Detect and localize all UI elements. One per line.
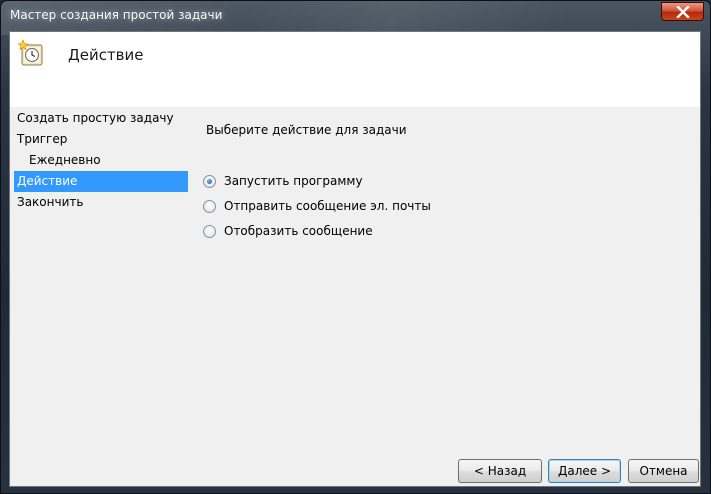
- radio-start-program[interactable]: [203, 174, 216, 188]
- radio-show-message[interactable]: [203, 224, 216, 238]
- nav-step-trigger[interactable]: Триггер: [10, 129, 190, 150]
- nav-step-daily[interactable]: Ежедневно: [10, 150, 190, 171]
- cancel-button[interactable]: Отмена: [628, 459, 699, 483]
- option-show-message[interactable]: Отобразить сообщение: [203, 224, 373, 238]
- option-start-program-label: Запустить программу: [224, 174, 363, 188]
- option-send-email-label: Отправить сообщение эл. почты: [224, 199, 431, 213]
- close-icon: [675, 5, 690, 18]
- window-title: Мастер создания простой задачи: [10, 8, 223, 22]
- task-clock-icon: [17, 38, 46, 68]
- nav-step-create-task[interactable]: Создать простую задачу: [10, 108, 190, 129]
- option-show-message-label: Отобразить сообщение: [224, 224, 373, 238]
- radio-selected-dot: [207, 178, 212, 184]
- radio-send-email[interactable]: [203, 199, 216, 213]
- nav-step-action[interactable]: Действие: [14, 171, 188, 192]
- wizard-header: Действие: [10, 32, 700, 107]
- wizard-client-area: Действие Создать простую задачу Триггер …: [9, 31, 701, 487]
- nav-step-finish[interactable]: Закончить: [10, 192, 190, 213]
- next-button[interactable]: Далее >: [548, 459, 621, 483]
- action-prompt: Выберите действие для задачи: [206, 123, 407, 137]
- option-start-program[interactable]: Запустить программу: [203, 174, 363, 188]
- wizard-steps-nav: Создать простую задачу Триггер Ежедневно…: [10, 108, 190, 213]
- back-button[interactable]: < Назад: [458, 459, 542, 483]
- page-title: Действие: [68, 46, 144, 64]
- option-send-email[interactable]: Отправить сообщение эл. почты: [203, 199, 431, 213]
- close-button[interactable]: [661, 2, 704, 21]
- window-frame: Мастер создания простой задачи Действие …: [0, 0, 711, 494]
